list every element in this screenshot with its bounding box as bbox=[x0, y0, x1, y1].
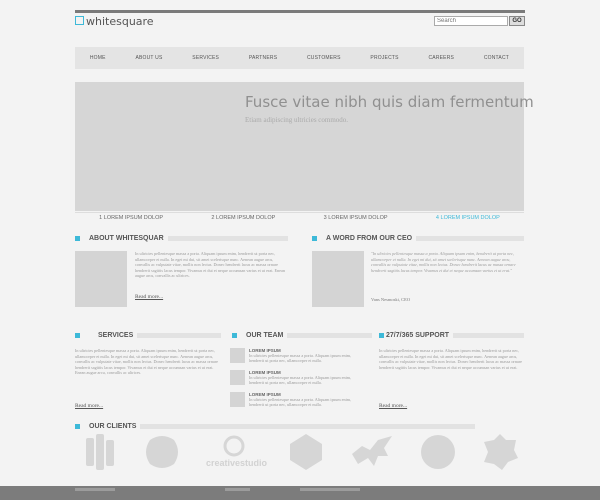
hero-subtitle: Etiam adipiscing ultricies commodo. bbox=[245, 116, 349, 124]
nav-services[interactable]: SERVICES bbox=[192, 55, 219, 61]
team-member-text: In ultricies pellentesque massa a porta.… bbox=[249, 375, 352, 386]
team-member-text: In ultricies pellentesque massa a porta.… bbox=[249, 353, 352, 364]
team-member-photo bbox=[230, 348, 245, 363]
about-title: ABOUT WHITESQUAR bbox=[89, 234, 168, 242]
nav-projects[interactable]: PROJECTS bbox=[370, 55, 398, 61]
client-logo-7-icon[interactable] bbox=[480, 432, 520, 472]
slide-tab-4[interactable]: 4 LOREM IPSUM DOLOP bbox=[411, 212, 524, 224]
logo-square-icon bbox=[75, 15, 84, 25]
about-text: In ultricies pellentesque massa a porta.… bbox=[135, 251, 285, 279]
clients-title: OUR CLIENTS bbox=[89, 422, 141, 430]
section-square-icon bbox=[75, 332, 80, 338]
ceo-title: A WORD FROM OUR CEO bbox=[326, 234, 417, 242]
top-rule bbox=[75, 10, 525, 13]
section-square-icon bbox=[312, 235, 317, 241]
slide-tab-1[interactable]: 1 LOREM IPSUM DOLOP bbox=[75, 212, 188, 224]
services-title: SERVICES bbox=[98, 331, 138, 339]
team-member-text: In ultricies pellentesque massa a porta.… bbox=[249, 397, 352, 408]
team-member-photo bbox=[230, 392, 245, 407]
team-member[interactable]: LOREM IPSUM In ultricies pellentesque ma… bbox=[230, 348, 370, 365]
nav-careers[interactable]: CAREERS bbox=[428, 55, 454, 61]
team-member-photo bbox=[230, 370, 245, 385]
services-text: In ultricies pellentesque massa a porta.… bbox=[75, 348, 219, 376]
support-read-more-link[interactable]: Read more... bbox=[379, 403, 407, 409]
services-read-more-link[interactable]: Read more... bbox=[75, 403, 103, 409]
section-square-icon bbox=[379, 332, 384, 338]
client-logo-4-icon[interactable] bbox=[286, 432, 326, 472]
section-rule bbox=[287, 332, 372, 338]
nav-about-us[interactable]: ABOUT US bbox=[135, 55, 162, 61]
section-rule bbox=[453, 332, 524, 338]
nav-partners[interactable]: PARTNERS bbox=[249, 55, 277, 61]
client-logo-3-text: creativestudio bbox=[206, 458, 268, 468]
search-button[interactable]: GO bbox=[509, 16, 525, 26]
section-square-icon bbox=[75, 423, 80, 429]
hero-title: Fusce vitae nibh quis diam fermentum bbox=[245, 93, 534, 111]
section-rule bbox=[140, 423, 475, 429]
footer-heading-stub bbox=[225, 488, 250, 491]
clients-heading: OUR CLIENTS bbox=[75, 421, 475, 431]
section-rule bbox=[137, 332, 221, 338]
team-member[interactable]: LOREM IPSUM In ultricies pellentesque ma… bbox=[230, 392, 370, 409]
client-logo-6-icon[interactable] bbox=[418, 432, 458, 472]
about-image bbox=[75, 251, 127, 307]
search-input[interactable] bbox=[434, 16, 508, 26]
support-heading: 27/7/365 SUPPORT bbox=[379, 330, 524, 340]
client-logo-3[interactable]: creativestudio bbox=[204, 432, 268, 472]
nav-home[interactable]: HOME bbox=[90, 55, 106, 61]
section-square-icon bbox=[232, 332, 237, 338]
about-read-more-link[interactable]: Read more... bbox=[135, 294, 163, 300]
hero-banner: Fusce vitae nibh quis diam fermentum Eti… bbox=[75, 82, 534, 211]
team-heading: OUR TEAM bbox=[232, 330, 372, 340]
footer-heading-stub bbox=[300, 488, 360, 491]
team-member[interactable]: LOREM IPSUM In ultricies pellentesque ma… bbox=[230, 370, 370, 387]
section-rule bbox=[167, 235, 288, 241]
client-logo-1-icon[interactable] bbox=[80, 432, 120, 472]
team-title: OUR TEAM bbox=[246, 331, 288, 339]
search-form: GO bbox=[434, 16, 525, 26]
footer bbox=[0, 486, 600, 500]
ceo-photo bbox=[312, 251, 364, 307]
support-text: In ultricies pellentesque massa a porta.… bbox=[379, 348, 523, 370]
logo[interactable]: whitesquare bbox=[75, 15, 154, 28]
ceo-quote: "In ultricies pellentesque massa a porta… bbox=[371, 251, 516, 273]
ceo-heading: A WORD FROM OUR CEO bbox=[312, 233, 524, 243]
slide-tab-3[interactable]: 3 LOREM IPSUM DOLOP bbox=[299, 212, 412, 224]
about-heading: ABOUT WHITESQUAR bbox=[75, 233, 288, 243]
logo-text: whitesquare bbox=[86, 15, 154, 28]
section-square-icon bbox=[75, 235, 80, 241]
footer-heading-stub bbox=[75, 488, 115, 491]
section-rule bbox=[416, 235, 524, 241]
ceo-signature: Vans Nesmoski, CEO bbox=[371, 297, 411, 302]
nav-customers[interactable]: CUSTOMERS bbox=[307, 55, 341, 61]
nav-contact[interactable]: CONTACT bbox=[484, 55, 509, 61]
slide-tab-2[interactable]: 2 LOREM IPSUM DOLOP bbox=[187, 212, 300, 224]
services-heading: SERVICES bbox=[75, 330, 221, 340]
support-title: 27/7/365 SUPPORT bbox=[386, 331, 454, 339]
main-nav: HOME ABOUT US SERVICES PARTNERS CUSTOMER… bbox=[75, 47, 524, 69]
client-logos: creativestudio bbox=[80, 432, 520, 472]
client-logo-5-icon[interactable] bbox=[348, 432, 396, 472]
client-logo-2-icon[interactable] bbox=[142, 432, 182, 472]
slider-tabs: 1 LOREM IPSUM DOLOP 2 LOREM IPSUM DOLOP … bbox=[75, 212, 524, 224]
